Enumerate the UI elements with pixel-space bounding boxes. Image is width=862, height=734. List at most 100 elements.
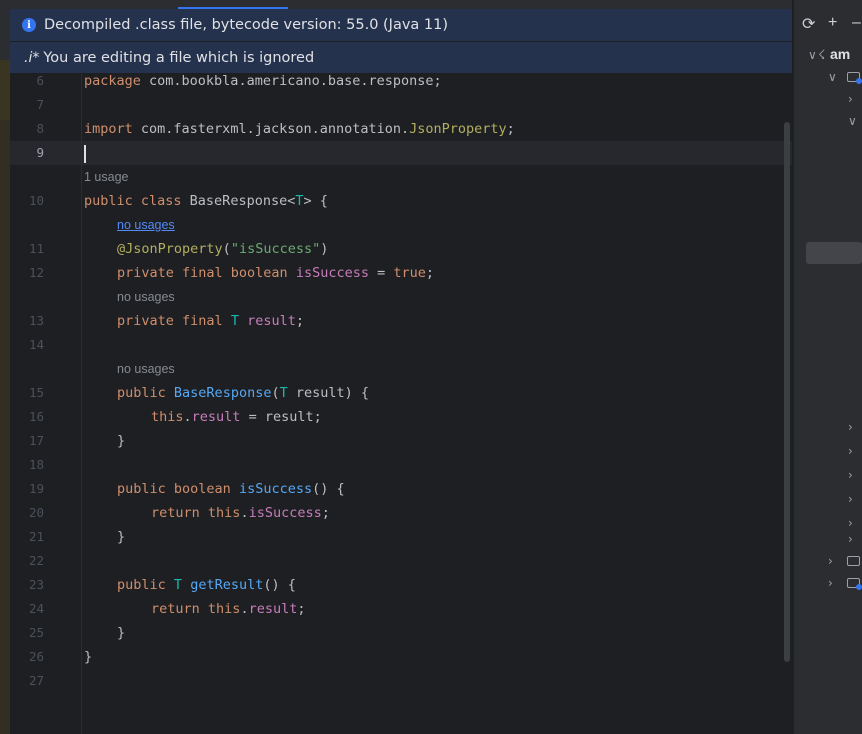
closing-brace: } xyxy=(117,625,126,641)
line-number: 7 xyxy=(36,97,44,112)
chevron-down-icon[interactable]: ∨ xyxy=(808,48,817,62)
closing-brace: } xyxy=(84,649,93,665)
punctuation: ( xyxy=(222,241,231,257)
field-name: isSuccess xyxy=(248,505,322,521)
usage-hint-link[interactable]: no usages xyxy=(117,213,175,237)
add-icon[interactable]: + xyxy=(828,14,837,32)
chevron-right-icon[interactable]: › xyxy=(848,532,853,546)
class-name: BaseResponse< xyxy=(181,193,296,209)
semicolon: ; xyxy=(297,601,306,617)
chevron-right-icon[interactable]: › xyxy=(848,92,853,106)
method-name: getResult xyxy=(190,577,264,593)
left-strip-segment xyxy=(0,60,10,120)
string-literal: "isSuccess" xyxy=(230,241,321,257)
parameter: result) { xyxy=(287,385,370,401)
ignored-file-icon: .i* xyxy=(24,49,40,66)
method-name: isSuccess xyxy=(238,481,313,497)
closing-brace: } xyxy=(117,529,126,545)
keyword: package xyxy=(84,73,141,89)
package-name: com.bookbla.americano.base.response; xyxy=(140,73,442,89)
chevron-right-icon[interactable]: › xyxy=(848,468,853,482)
chevron-down-icon[interactable]: ∨ xyxy=(848,114,857,128)
folder-icon xyxy=(847,556,860,566)
field-name: result xyxy=(247,313,296,329)
text-caret xyxy=(84,145,86,163)
collapse-icon[interactable]: – xyxy=(852,14,861,32)
chevron-right-icon[interactable]: › xyxy=(848,492,853,506)
decompiled-banner-text: Decompiled .class file, bytecode version… xyxy=(44,17,449,33)
chevron-right-icon[interactable]: › xyxy=(848,516,853,530)
source-folder-icon xyxy=(847,578,862,590)
left-strip-segment xyxy=(0,120,10,734)
code-line[interactable]: public class BaseResponse<T> { xyxy=(10,189,792,213)
punctuation: . xyxy=(240,601,249,617)
punctuation: () { xyxy=(263,577,296,593)
left-tool-strip xyxy=(0,0,10,734)
import-class: JsonProperty xyxy=(409,121,507,137)
code-line[interactable]: this.result = result; xyxy=(10,405,792,429)
code-line[interactable]: public BaseResponse(T result) { xyxy=(10,381,792,405)
semicolon: ; xyxy=(425,265,435,281)
type-param: T xyxy=(279,385,288,401)
refresh-icon[interactable]: ⟳ xyxy=(802,14,815,34)
line-number: 18 xyxy=(28,457,44,472)
code-line[interactable]: package com.bookbla.americano.base.respo… xyxy=(10,69,792,93)
usage-hint[interactable]: 1 usage xyxy=(84,165,128,189)
code-line[interactable]: } xyxy=(10,645,792,669)
code-line[interactable]: } xyxy=(10,621,792,645)
assignment: = result; xyxy=(240,409,322,425)
code-line[interactable]: private final T result; xyxy=(10,309,792,333)
code-line[interactable]: return this.isSuccess; xyxy=(10,501,792,525)
chevron-right-icon[interactable]: › xyxy=(828,576,833,590)
semicolon: ; xyxy=(506,121,515,137)
usage-hint[interactable]: no usages xyxy=(117,357,175,381)
semicolon: ; xyxy=(295,313,305,329)
keyword: private final xyxy=(117,313,223,329)
line-number: 22 xyxy=(28,553,44,568)
ignored-banner-text: You are editing a file which is ignored xyxy=(43,49,315,66)
line-number: 14 xyxy=(28,337,44,352)
punctuation: ) xyxy=(320,241,329,257)
chevron-right-icon[interactable]: › xyxy=(848,444,853,458)
code-line[interactable]: } xyxy=(10,429,792,453)
project-name[interactable]: am xyxy=(830,46,850,62)
keyword: true xyxy=(393,265,426,281)
punctuation: . xyxy=(240,505,249,521)
chevron-right-icon[interactable]: › xyxy=(828,554,833,568)
code-line[interactable]: return this.result; xyxy=(10,597,792,621)
code-line[interactable]: public T getResult() { xyxy=(10,573,792,597)
keyword: this xyxy=(207,505,241,521)
chevron-down-icon[interactable]: ∨ xyxy=(828,70,837,84)
import-path: com.fasterxml.jackson.annotation. xyxy=(132,121,410,137)
code-line[interactable]: public boolean isSuccess() { xyxy=(10,477,792,501)
semicolon: ; xyxy=(321,505,330,521)
keyword: this xyxy=(151,409,184,425)
usage-hint[interactable]: no usages xyxy=(117,285,175,309)
type-param: T xyxy=(173,577,183,593)
info-icon: i xyxy=(22,18,36,32)
constructor-name: BaseResponse xyxy=(173,385,272,401)
project-module-icon: ☇ xyxy=(818,48,826,63)
keyword: import xyxy=(84,121,133,137)
field-name: isSuccess xyxy=(295,265,369,281)
editor-tab-bar[interactable] xyxy=(10,0,792,9)
code-line[interactable]: import com.fasterxml.jackson.annotation.… xyxy=(10,117,792,141)
project-panel[interactable]: ⟳ + – ∨ ☇ am ∨ › ∨ › › › › › › › › xyxy=(794,0,862,734)
line-number: 9 xyxy=(36,145,44,160)
keyword: this xyxy=(207,601,241,617)
annotation: @JsonProperty xyxy=(117,241,223,257)
line-number: 27 xyxy=(28,673,44,688)
source-folder-icon xyxy=(847,72,862,84)
code-editor[interactable]: 6 7 8 9 10 11 12 13 14 15 16 17 18 19 20… xyxy=(10,73,792,734)
keyword: private final boolean xyxy=(117,265,288,281)
keyword: public xyxy=(117,577,166,593)
type-param: T xyxy=(230,313,239,329)
code-line[interactable]: @JsonProperty("isSuccess") xyxy=(10,237,792,261)
selected-tree-row[interactable] xyxy=(806,242,862,264)
keyword: return xyxy=(151,505,200,521)
punctuation: ( xyxy=(271,385,280,401)
code-line[interactable]: } xyxy=(10,525,792,549)
vertical-scrollbar[interactable] xyxy=(784,122,790,662)
chevron-right-icon[interactable]: › xyxy=(848,420,853,434)
code-line[interactable]: private final boolean isSuccess = true; xyxy=(10,261,792,285)
